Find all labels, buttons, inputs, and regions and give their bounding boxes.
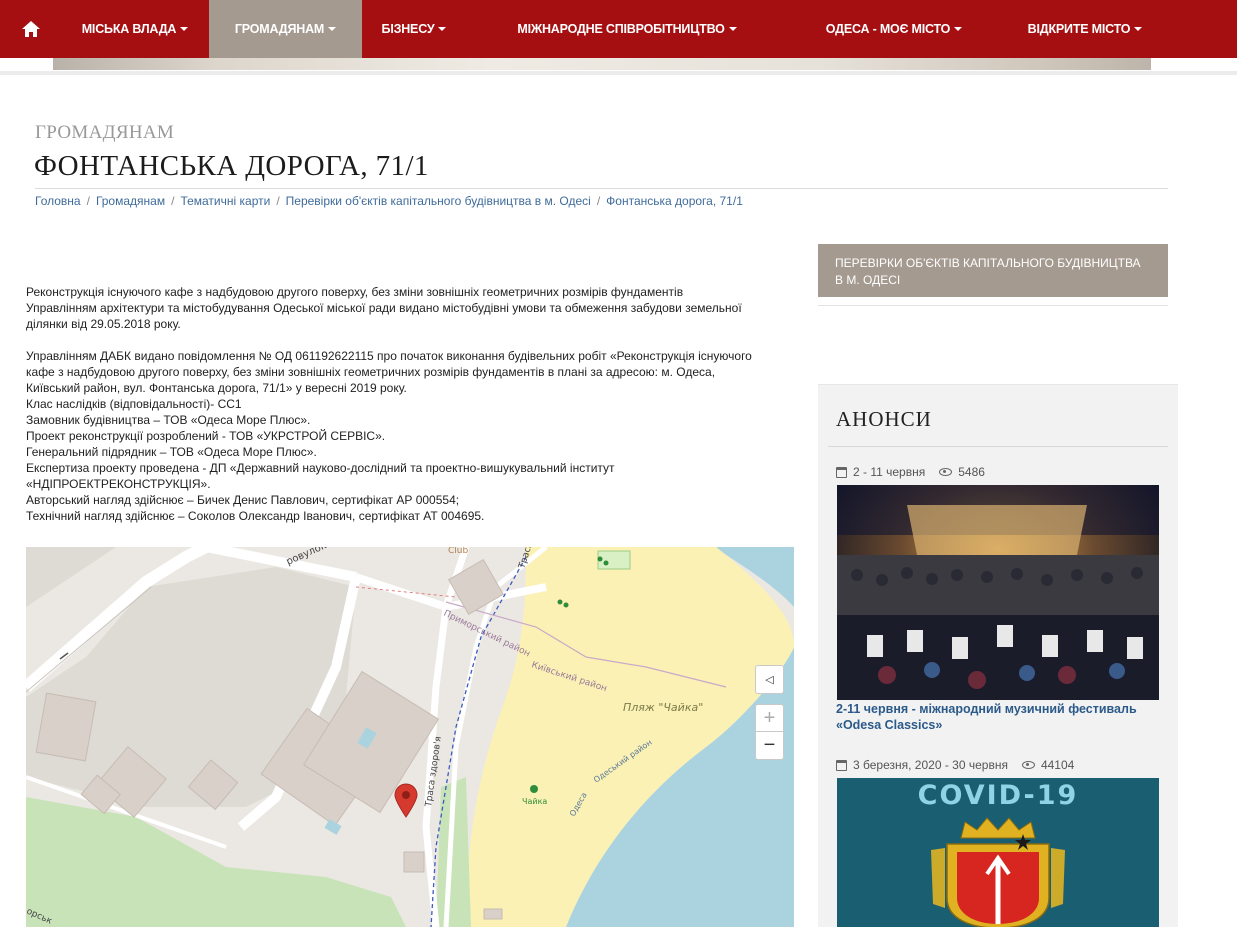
article-line: Проект реконструкції розроблений - ТОВ «… (26, 429, 386, 443)
nav-item-open-city[interactable]: ВІДКРИТЕ МІСТО (1000, 0, 1170, 58)
home-icon (21, 21, 40, 37)
news-meta: 3 березня, 2020 - 30 червня 44104 (836, 758, 1074, 772)
breadcrumb: Головна / Громадянам / Тематичні карти / Перев… (35, 194, 743, 208)
zoom-out-button[interactable]: − (755, 731, 784, 760)
header-banner-image (53, 58, 1151, 70)
news-views: 44104 (1040, 758, 1075, 772)
caret-down-icon (728, 27, 737, 31)
divider (828, 446, 1168, 447)
news-title-link[interactable]: 2-11 червня - міжнародний музичний фести… (836, 701, 1156, 733)
map-label: Пляж "Чайка" (623, 701, 703, 714)
breadcrumb-current[interactable]: Фонтанська дорога, 71/1 (606, 194, 743, 208)
article-line: Замовник будівництва – ТОВ «Одеса Море П… (26, 413, 311, 427)
news-views: 5486 (958, 465, 985, 479)
map-locate-button[interactable]: ◁ (755, 665, 784, 694)
eye-icon (939, 468, 953, 476)
article-line: Експертиза проекту проведена - ДП «Держа… (26, 461, 615, 475)
article-line: кафе з надбудовою другого поверху, без з… (26, 365, 716, 379)
top-navigation: МІСЬКА ВЛАДА ГРОМАДЯНАМ БІЗНЕСУ МІЖНАРОД… (0, 0, 1237, 58)
divider (0, 71, 1237, 75)
section-title: ГРОМАДЯНАМ (35, 122, 175, 143)
article-line: Управлінням ДАБК видано повідомлення № О… (26, 349, 752, 363)
article-line: Технічний нагляд здійснює – Соколов Олек… (26, 509, 485, 523)
caret-down-icon (438, 27, 447, 31)
calendar-icon (836, 759, 847, 771)
eye-icon (1021, 761, 1035, 769)
article-line: «НДІПРОЕКТРЕКОНСТРУКЦІЯ». (26, 477, 211, 491)
nav-item-city-government[interactable]: МІСЬКА ВЛАДА (61, 0, 209, 58)
map-label: Чайка (522, 797, 547, 806)
caret-down-icon (1134, 27, 1143, 31)
breadcrumb-citizens[interactable]: Громадянам (96, 194, 165, 208)
home-button[interactable] (0, 0, 61, 58)
divider (35, 188, 1168, 189)
article-line: Київський район, вул. Фонтанська дорога,… (26, 381, 407, 395)
news-image-covid[interactable]: COVID-19 (837, 778, 1159, 927)
sidebar-category-link[interactable]: ПЕРЕВІРКИ ОБ'ЄКТІВ КАПІТАЛЬНОГО БУДІВНИЦ… (818, 244, 1168, 297)
article-line: Управлінням архітектури та містобудуванн… (26, 301, 742, 315)
nav-item-odesa-my-city[interactable]: ОДЕСА - МОЄ МІСТО (788, 0, 1000, 58)
nav-item-citizens[interactable]: ГРОМАДЯНАМ (209, 0, 362, 58)
article-line: Авторський нагляд здійснює – Бичек Денис… (26, 493, 460, 507)
nav-item-business[interactable]: БІЗНЕСУ (362, 0, 466, 58)
caret-down-icon (180, 27, 189, 31)
news-date: 3 березня, 2020 - 30 червня (853, 758, 1008, 772)
zoom-in-button[interactable]: + (755, 704, 784, 733)
news-meta: 2 - 11 червня 5486 (836, 465, 985, 479)
article-line: ділянки від 29.05.2018 року. (26, 317, 181, 331)
caret-down-icon (328, 27, 337, 31)
breadcrumb-inspections[interactable]: Перевірки об'єктів капітального будівниц… (286, 194, 591, 208)
article-line: Реконструкція існуючого кафе з надбудово… (26, 285, 684, 299)
nav-item-international-cooperation[interactable]: МІЖНАРОДНЕ СПІВРОБІТНИЦТВО (466, 0, 788, 58)
announcements-title: АНОНСИ (836, 407, 932, 431)
breadcrumb-thematic-maps[interactable]: Тематичні карти (180, 194, 270, 208)
odesa-coat-of-arms-icon (931, 817, 1065, 927)
map-marker-icon[interactable] (394, 783, 418, 818)
article-line: Генеральний підрядник – ТОВ «Одеса Море … (26, 445, 317, 459)
article-line: Клас наслідків (відповідальності)- СС1 (26, 397, 242, 411)
page-title: ФОНТАНСЬКА ДОРОГА, 71/1 (34, 150, 429, 182)
news-date: 2 - 11 червня (853, 465, 926, 479)
breadcrumb-home[interactable]: Головна (35, 194, 81, 208)
article-body: Реконструкція існуючого кафе з надбудово… (26, 284, 796, 524)
caret-down-icon (954, 27, 963, 31)
news-image-concert[interactable] (837, 485, 1159, 700)
location-map[interactable]: ровулок Club Траса Приморський район Киї… (26, 547, 794, 927)
map-canvas: ровулок Club Траса Приморський район Киї… (26, 547, 794, 927)
announcements-panel: АНОНСИ 2 - 11 червня 5486 2-11 червня - … (818, 384, 1178, 927)
divider (818, 305, 1168, 306)
calendar-icon (836, 466, 847, 478)
map-label: Club (448, 547, 468, 556)
